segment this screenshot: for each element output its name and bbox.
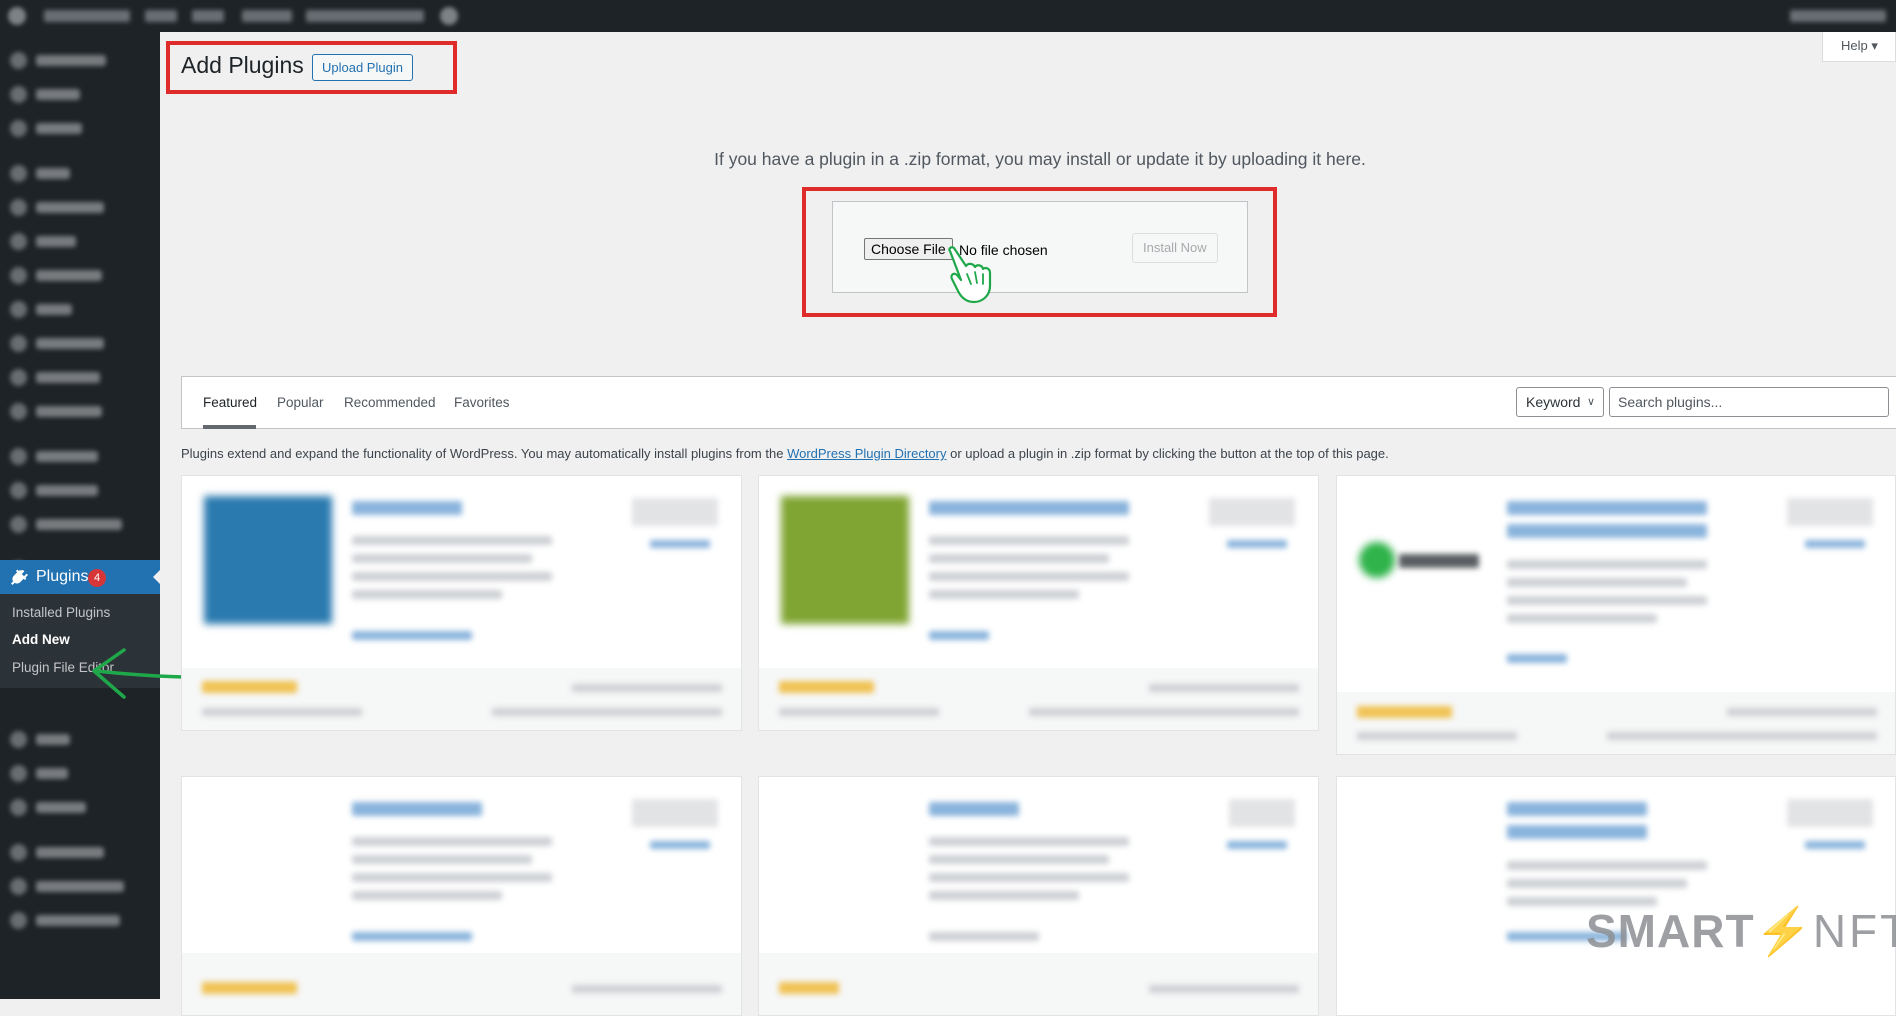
- lightning-bolt-icon: ⚡: [1754, 905, 1813, 957]
- plugin-card-icon: [204, 496, 332, 624]
- sidebar-item-templates[interactable]: [0, 473, 160, 507]
- intro-text-before: Plugins extend and expand the functional…: [181, 446, 788, 461]
- happyaddons-icon: [10, 516, 27, 533]
- nft-icon: [10, 267, 27, 284]
- admin-bar-comments[interactable]: [192, 10, 224, 22]
- tools-icon: [10, 765, 27, 782]
- sidebar-item-users[interactable]: [0, 722, 160, 756]
- plugin-card-footer: [1337, 692, 1895, 754]
- sidebar-item-rank-math[interactable]: [0, 394, 160, 428]
- plugin-card-footer: [759, 668, 1318, 730]
- submenu-installed-plugins[interactable]: Installed Plugins: [12, 605, 110, 620]
- highlight-box-heading: [166, 41, 457, 94]
- sidebar-item-comments[interactable]: [0, 326, 160, 360]
- dashboard-icon: [10, 52, 27, 69]
- sidebar-item-smart-nft-2[interactable]: [0, 360, 160, 394]
- sidebar-item-settings[interactable]: [0, 790, 160, 824]
- envato-icon: [10, 878, 27, 895]
- sidebar-item-gutenberg[interactable]: [0, 835, 160, 869]
- upload-description: If you have a plugin in a .zip format, y…: [714, 149, 1366, 169]
- wordfence-icon: [10, 120, 27, 137]
- sidebar-item-dashboard[interactable]: [0, 43, 160, 77]
- watermark-smart: SMART: [1586, 905, 1755, 957]
- rank-math-icon: [10, 403, 27, 420]
- sidebar-item-plugins[interactable]: Plugins 4: [0, 560, 161, 594]
- collapse-icon: [10, 912, 27, 929]
- admin-bar-account[interactable]: [1790, 10, 1886, 22]
- hand-pointer-icon: [948, 246, 992, 304]
- active-tab-indicator: [203, 425, 256, 429]
- plugin-card[interactable]: [181, 776, 742, 1016]
- admin-bar-updates[interactable]: [145, 10, 177, 22]
- admin-sidebar: [0, 32, 160, 999]
- tab-popular[interactable]: Popular: [277, 395, 324, 410]
- sidebar-item-elementor[interactable]: [0, 439, 160, 473]
- sidebar-item-betterdocs[interactable]: [0, 190, 160, 224]
- settings-icon: [10, 799, 27, 816]
- sidebar-item-site-kit[interactable]: [0, 77, 160, 111]
- sidebar-item-happyaddons[interactable]: [0, 507, 160, 541]
- plugin-card[interactable]: [758, 776, 1319, 1016]
- plugin-card[interactable]: [1336, 776, 1896, 1016]
- plugin-card-footer: [759, 953, 1318, 1015]
- sidebar-item-tools[interactable]: [0, 756, 160, 790]
- sidebar-item-envato[interactable]: [0, 869, 160, 903]
- comments-icon: [10, 335, 27, 352]
- admin-bar-plugin-icon[interactable]: [440, 7, 458, 25]
- wordpress-logo-icon[interactable]: [8, 7, 26, 25]
- admin-bar-seo[interactable]: [306, 10, 424, 22]
- search-type-select[interactable]: Keyword ∨: [1516, 387, 1604, 417]
- plugin-card-footer: [182, 668, 741, 730]
- sidebar-item-smart-nft[interactable]: [0, 258, 160, 292]
- users-icon: [10, 731, 27, 748]
- admin-bar-site-link[interactable]: [44, 10, 130, 22]
- media-icon: [10, 233, 27, 250]
- plugin-update-count-badge: 4: [88, 569, 106, 587]
- highlight-box-upload: [802, 187, 1277, 317]
- docs-icon: [10, 199, 27, 216]
- submenu-add-new[interactable]: Add New: [12, 632, 70, 647]
- plugin-card-icon: [1359, 542, 1395, 578]
- chevron-down-icon: ∨: [1586, 396, 1595, 408]
- gutenberg-icon: [10, 844, 27, 861]
- plugin-card[interactable]: [758, 475, 1319, 731]
- plugin-filter-bar: Featured Popular Recommended Favorites K…: [181, 376, 1896, 429]
- plugin-icon: [11, 569, 28, 585]
- sidebar-item-wordfence[interactable]: [0, 111, 160, 145]
- plugin-card[interactable]: [1336, 475, 1896, 755]
- help-tab[interactable]: Help ▾: [1822, 32, 1896, 62]
- search-type-value: Keyword: [1526, 394, 1581, 410]
- intro-text-after: or upload a plugin in .zip format by cli…: [946, 446, 1389, 461]
- search-plugins-input[interactable]: [1609, 387, 1889, 417]
- sidebar-plugins-label: Plugins: [36, 568, 89, 585]
- plugin-card[interactable]: [181, 475, 742, 731]
- sidebar-collapse-menu[interactable]: [0, 903, 160, 937]
- watermark-nft: NFT: [1812, 905, 1896, 957]
- tab-favorites[interactable]: Favorites: [454, 395, 510, 410]
- nft-icon: [10, 369, 27, 386]
- current-menu-pointer: [153, 569, 161, 585]
- plugin-directory-link[interactable]: WordPress Plugin Directory: [787, 446, 946, 461]
- tab-recommended[interactable]: Recommended: [344, 395, 436, 410]
- plugin-card-icon: [781, 496, 909, 624]
- elementor-icon: [10, 448, 27, 465]
- tab-featured[interactable]: Featured: [203, 395, 257, 410]
- admin-bar-new[interactable]: [242, 10, 292, 22]
- admin-bar: [0, 0, 1896, 32]
- sidebar-item-pages[interactable]: [0, 292, 160, 326]
- sidebar-item-media[interactable]: [0, 224, 160, 258]
- smart-nft-watermark: SMART⚡NFT: [1586, 904, 1896, 959]
- templates-icon: [10, 482, 27, 499]
- plugins-intro-text: Plugins extend and expand the functional…: [181, 446, 1389, 461]
- site-kit-icon: [10, 86, 27, 103]
- pages-icon: [10, 301, 27, 318]
